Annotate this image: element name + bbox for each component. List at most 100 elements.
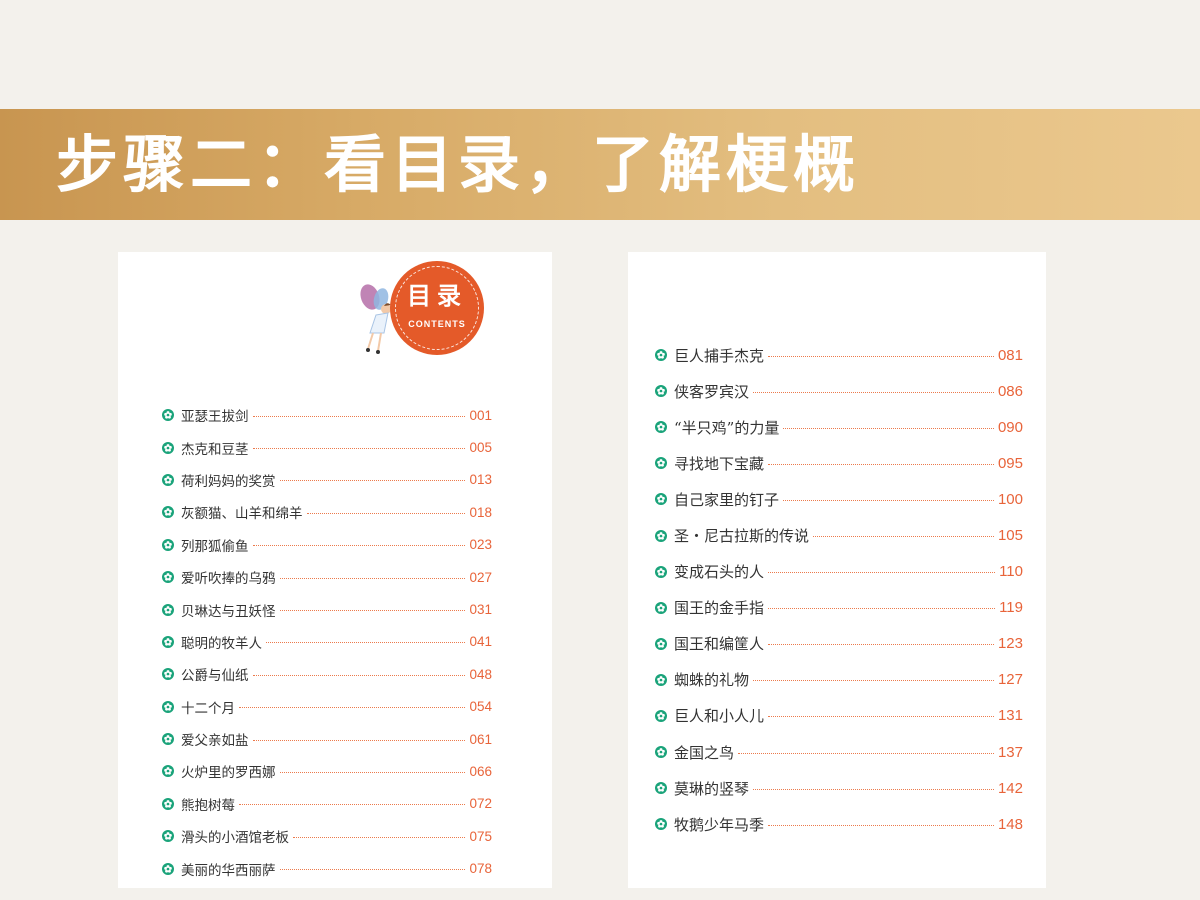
toc-entry: 灰额猫、山羊和绵羊 018 bbox=[162, 496, 492, 528]
toc-entry-page-number: 031 bbox=[469, 602, 492, 618]
flower-bullet-icon bbox=[655, 421, 667, 434]
leader-dots bbox=[252, 739, 466, 741]
toc-entry-title: 灰额猫、山羊和绵羊 bbox=[181, 506, 303, 523]
toc-entry-page-number: 131 bbox=[997, 707, 1023, 725]
toc-entry-title: “半只鸡”的力量 bbox=[674, 418, 780, 437]
flower-bullet-icon bbox=[162, 409, 174, 422]
toc-entry: 变成石头的人 110 bbox=[655, 554, 1023, 590]
leader-dots bbox=[293, 836, 466, 838]
leader-dots bbox=[279, 869, 466, 871]
toc-entry-title: 亚瑟王拔剑 bbox=[181, 409, 249, 426]
flower-bullet-icon bbox=[162, 538, 174, 551]
leader-dots bbox=[768, 572, 996, 574]
flower-bullet-icon bbox=[162, 571, 174, 584]
toc-entry-page-number: 005 bbox=[469, 440, 492, 456]
toc-entry-page-number: 123 bbox=[997, 635, 1023, 653]
toc-entry: 国王的金手指 119 bbox=[655, 590, 1023, 626]
toc-entry-title: 列那狐偷鱼 bbox=[181, 538, 249, 555]
toc-entry-page-number: 100 bbox=[997, 490, 1023, 508]
toc-entry-title: 杰克和豆茎 bbox=[181, 441, 249, 458]
flower-bullet-icon bbox=[655, 782, 667, 795]
toc-entry: 巨人捕手杰克 081 bbox=[655, 337, 1023, 373]
toc-entry: 荷利妈妈的奖赏 013 bbox=[162, 464, 492, 496]
toc-entry-page-number: 075 bbox=[469, 828, 492, 844]
toc-entry-title: 巨人捕手杰克 bbox=[674, 346, 765, 365]
leader-dots bbox=[768, 608, 996, 610]
flower-bullet-icon bbox=[162, 700, 174, 713]
flower-bullet-icon bbox=[162, 441, 174, 454]
toc-entry-page-number: 054 bbox=[469, 699, 492, 715]
toc-entry-title: 寻找地下宝藏 bbox=[674, 454, 765, 473]
leader-dots bbox=[783, 427, 994, 429]
leader-dots bbox=[306, 512, 466, 514]
toc-entry-page-number: 105 bbox=[997, 527, 1023, 545]
toc-entry-page-number: 072 bbox=[469, 796, 492, 812]
toc-entry: 自己家里的钉子 100 bbox=[655, 481, 1023, 517]
toc-entry-page-number: 090 bbox=[997, 418, 1023, 436]
flower-bullet-icon bbox=[162, 765, 174, 778]
toc-badge: 目录 CONTENTS bbox=[390, 261, 484, 355]
flower-bullet-icon bbox=[655, 637, 667, 650]
toc-list-right: 巨人捕手杰克 081 侠客罗宾汉 086 “半只鸡”的力量 090 寻找地下宝藏 095 自己家… bbox=[655, 337, 1023, 842]
toc-header: 目录 CONTENTS bbox=[348, 257, 488, 367]
toc-entry: 侠客罗宾汉 086 bbox=[655, 373, 1023, 409]
leader-dots bbox=[738, 752, 994, 754]
toc-entry-title: 侠客罗宾汉 bbox=[674, 382, 750, 401]
flower-bullet-icon bbox=[162, 473, 174, 486]
flower-bullet-icon bbox=[162, 668, 174, 681]
toc-entry-page-number: 066 bbox=[469, 763, 492, 779]
flower-bullet-icon bbox=[655, 673, 667, 686]
toc-entry: 寻找地下宝藏 095 bbox=[655, 445, 1023, 481]
leader-dots bbox=[252, 545, 466, 547]
leader-dots bbox=[266, 642, 466, 644]
toc-entry-page-number: 081 bbox=[997, 346, 1023, 364]
toc-entry: 亚瑟王拔剑 001 bbox=[162, 399, 492, 431]
toc-entry: 蜘蛛的礼物 127 bbox=[655, 662, 1023, 698]
toc-entry-title: 变成石头的人 bbox=[674, 563, 765, 582]
toc-entry-title: 莫琳的竖琴 bbox=[674, 779, 750, 798]
toc-entry-page-number: 148 bbox=[997, 815, 1023, 833]
flower-bullet-icon bbox=[655, 529, 667, 542]
toc-entry-page-number: 127 bbox=[997, 671, 1023, 689]
flower-bullet-icon bbox=[162, 862, 174, 875]
leader-dots bbox=[279, 771, 466, 773]
leader-dots bbox=[279, 610, 466, 612]
toc-entry-title: 金国之鸟 bbox=[674, 743, 735, 762]
leader-dots bbox=[753, 391, 994, 393]
flower-bullet-icon bbox=[655, 493, 667, 506]
toc-entry-page-number: 027 bbox=[469, 569, 492, 585]
flower-bullet-icon bbox=[162, 830, 174, 843]
toc-entry-page-number: 001 bbox=[469, 407, 492, 423]
toc-entry: 贝琳达与丑妖怪 031 bbox=[162, 593, 492, 625]
leader-dots bbox=[768, 355, 994, 357]
leader-dots bbox=[813, 536, 994, 538]
toc-list-left: 亚瑟王拔剑 001 杰克和豆茎 005 荷利妈妈的奖赏 013 灰额猫、山羊和绵羊 018 列那… bbox=[162, 399, 492, 885]
toc-entry-title: 自己家里的钉子 bbox=[674, 490, 780, 509]
leader-dots bbox=[252, 415, 466, 417]
leader-dots bbox=[252, 674, 466, 676]
toc-entry-title: 圣・尼古拉斯的传说 bbox=[674, 527, 810, 546]
toc-entry-title: 国王和编筐人 bbox=[674, 635, 765, 654]
flower-bullet-icon bbox=[655, 385, 667, 398]
toc-entry-page-number: 142 bbox=[997, 779, 1023, 797]
toc-entry-page-number: 086 bbox=[997, 382, 1023, 400]
toc-entry: 美丽的华西丽萨 078 bbox=[162, 852, 492, 884]
toc-entry: 圣・尼古拉斯的传说 105 bbox=[655, 517, 1023, 553]
toc-entry: 国王和编筐人 123 bbox=[655, 626, 1023, 662]
toc-entry-page-number: 119 bbox=[999, 599, 1023, 617]
leader-dots bbox=[239, 707, 466, 709]
toc-entry-title: 熊抱树莓 bbox=[181, 797, 235, 814]
leader-dots bbox=[279, 577, 466, 579]
toc-badge-subtitle: CONTENTS bbox=[408, 319, 466, 329]
flower-bullet-icon bbox=[655, 746, 667, 759]
toc-entry-page-number: 095 bbox=[997, 454, 1023, 472]
toc-entry: 金国之鸟 137 bbox=[655, 734, 1023, 770]
leader-dots bbox=[753, 788, 994, 790]
toc-entry: 列那狐偷鱼 023 bbox=[162, 529, 492, 561]
flower-bullet-icon bbox=[655, 565, 667, 578]
toc-entry: 十二个月 054 bbox=[162, 691, 492, 723]
toc-entry-page-number: 110 bbox=[999, 563, 1023, 581]
toc-entry: 滑头的小酒馆老板 075 bbox=[162, 820, 492, 852]
toc-entry: 杰克和豆茎 005 bbox=[162, 431, 492, 463]
toc-entry: “半只鸡”的力量 090 bbox=[655, 409, 1023, 445]
